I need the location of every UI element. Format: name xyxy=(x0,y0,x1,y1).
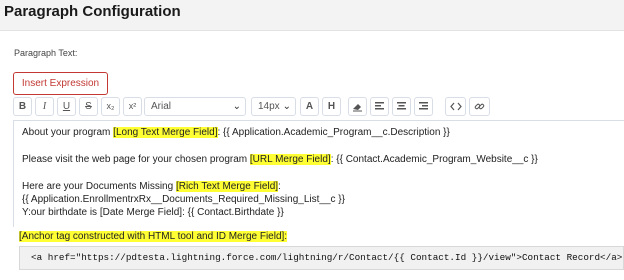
editor-line-documents: Here are your Documents Missing [Rich Te… xyxy=(22,181,281,192)
page-header: Paragraph Configuration xyxy=(0,0,624,31)
italic-button[interactable]: I xyxy=(35,97,54,116)
align-left-button[interactable] xyxy=(370,97,389,116)
editor-text: About your program xyxy=(22,127,114,138)
anchor-tag-highlight: [Anchor tag constructed with HTML tool a… xyxy=(19,231,288,242)
font-family-value: Arial xyxy=(151,101,172,112)
chevron-down-icon: ⌄ xyxy=(282,101,291,112)
anchor-code-block: <a href="https://pdtesta.lightning.force… xyxy=(19,246,624,270)
rich-text-toolbar: B I U S x₂ x² Arial ⌄ 14px ⌄ A H xyxy=(13,97,624,119)
merge-field-tag: [Rich Text Merge Field] xyxy=(175,181,279,192)
highlight-color-button[interactable]: H xyxy=(322,97,341,116)
align-center-icon xyxy=(397,102,406,110)
code-icon xyxy=(449,102,462,111)
insert-expression-button[interactable]: Insert Expression xyxy=(13,72,108,95)
underline-button[interactable]: U xyxy=(57,97,76,116)
font-size-select[interactable]: 14px ⌄ xyxy=(251,97,296,116)
editor-line-documents-expression: {{ Application.EnrollmentrxRx__Documents… xyxy=(22,194,345,205)
editor-line-birthdate: Y:our birthdate is [Date Merge Field]: {… xyxy=(22,207,284,218)
eraser-icon xyxy=(353,104,362,112)
font-family-select[interactable]: Arial ⌄ xyxy=(144,97,246,116)
bold-button[interactable]: B xyxy=(13,97,32,116)
merge-expression: : {{ Application.Academic_Program__c.Des… xyxy=(217,127,450,138)
superscript-button[interactable]: x² xyxy=(123,97,142,116)
subscript-button[interactable]: x₂ xyxy=(101,97,120,116)
editor-text: Here are your Documents Missing xyxy=(22,181,176,192)
editor-line-program: About your program [Long Text Merge Fiel… xyxy=(22,127,450,138)
clear-formatting-button[interactable] xyxy=(348,97,367,116)
editor-text: : xyxy=(278,181,281,192)
font-size-value: 14px xyxy=(258,101,280,112)
strikethrough-button[interactable]: S xyxy=(79,97,98,116)
anchor-code-text: <a href="https://pdtesta.lightning.force… xyxy=(31,252,623,263)
anchor-tag-label: [Anchor tag constructed with HTML tool a… xyxy=(19,231,288,242)
link-icon xyxy=(474,103,485,110)
link-button[interactable] xyxy=(469,97,490,116)
merge-expression: : {{ Contact.Academic_Program_Website__c… xyxy=(330,154,538,165)
align-center-button[interactable] xyxy=(392,97,411,116)
page-title: Paragraph Configuration xyxy=(4,3,181,20)
chevron-down-icon: ⌄ xyxy=(232,101,241,112)
merge-field-tag: [Long Text Merge Field] xyxy=(113,127,218,138)
paragraph-text-label: Paragraph Text: xyxy=(14,48,78,58)
editor-line-website: Please visit the web page for your chose… xyxy=(22,154,538,165)
text-color-button[interactable]: A xyxy=(300,97,319,116)
align-right-icon xyxy=(419,102,428,110)
rich-text-editor[interactable]: About your program [Long Text Merge Fiel… xyxy=(13,120,624,227)
align-left-icon xyxy=(375,102,384,110)
editor-text: Please visit the web page for your chose… xyxy=(22,154,250,165)
merge-field-tag: [URL Merge Field] xyxy=(249,154,331,165)
code-button[interactable] xyxy=(445,97,466,116)
align-right-button[interactable] xyxy=(414,97,433,116)
